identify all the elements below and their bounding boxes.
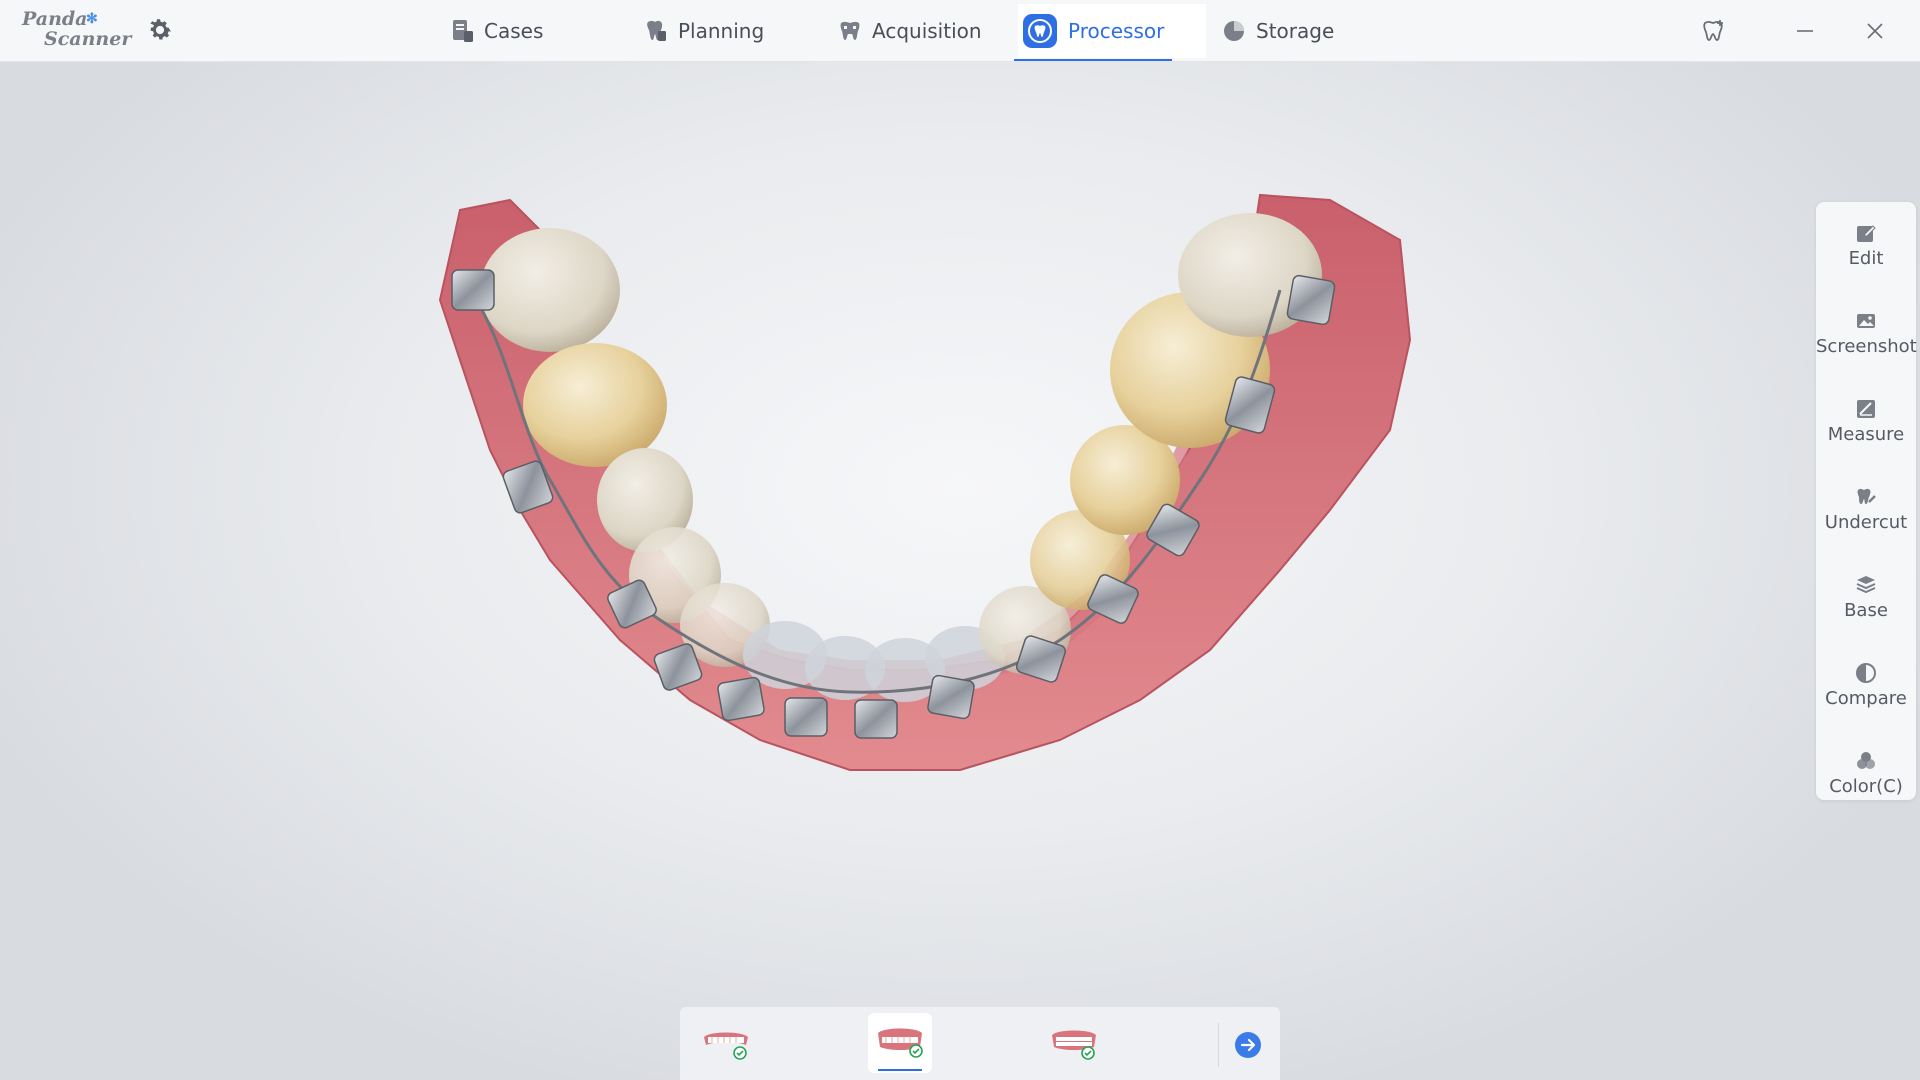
upper-arch-icon <box>704 1032 748 1060</box>
cases-icon <box>453 19 473 42</box>
measure-icon <box>1857 400 1875 418</box>
close-icon <box>1867 23 1883 39</box>
planning-icon <box>647 20 666 41</box>
tab-cases-label: Cases <box>484 18 544 43</box>
upper-arch-button[interactable] <box>694 1013 758 1073</box>
processor-icon <box>1023 13 1057 48</box>
screenshot-icon <box>1857 314 1875 328</box>
app-logo: Panda ✻ Scanner <box>20 8 132 52</box>
tab-processor-label: Processor <box>1068 18 1165 43</box>
storage-icon <box>1224 20 1244 41</box>
bite-button[interactable] <box>1042 1013 1106 1073</box>
undercut-icon <box>1857 488 1876 504</box>
tab-acquisition[interactable]: Acquisition <box>838 0 982 61</box>
tool-undercut-label: Undercut <box>1824 512 1908 533</box>
tab-planning[interactable]: Planning <box>644 0 764 61</box>
tab-acquisition-label: Acquisition <box>872 18 982 43</box>
tool-screenshot[interactable]: Screenshot <box>1816 296 1917 376</box>
tooth-left-molar-1 <box>480 228 620 352</box>
tab-processor[interactable]: Processor <box>1013 0 1173 61</box>
tool-compare-label: Compare <box>1825 688 1907 709</box>
settings-gear-icon[interactable] <box>146 16 174 44</box>
lower-arch-button[interactable] <box>868 1013 932 1073</box>
tool-edit[interactable]: Edit <box>1816 208 1916 288</box>
tab-planning-label: Planning <box>678 18 765 43</box>
tooth-outline-icon <box>1703 20 1723 41</box>
minimize-button[interactable] <box>1788 14 1822 48</box>
compare-icon <box>1856 663 1876 683</box>
tool-undercut[interactable]: Undercut <box>1816 472 1916 552</box>
tool-measure-label: Measure <box>1827 424 1905 445</box>
tab-cases[interactable]: Cases <box>452 0 543 61</box>
bottom-divider <box>1218 1023 1219 1067</box>
tool-color-label: Color(C) <box>1829 776 1903 797</box>
acquisition-icon <box>840 21 860 40</box>
logo-line-1: Panda <box>22 8 88 30</box>
tool-compare[interactable]: Compare <box>1816 648 1916 728</box>
tool-edit-label: Edit <box>1848 248 1884 269</box>
bottom-arch-selector <box>680 1007 1280 1080</box>
lower-arch-icon <box>878 1028 923 1058</box>
tab-storage[interactable]: Storage <box>1222 0 1334 61</box>
tool-panel: Edit Screenshot Measure Undercut Base Co… <box>1816 202 1917 800</box>
base-icon <box>1856 576 1876 594</box>
tool-measure[interactable]: Measure <box>1816 384 1916 464</box>
dental-arch-3d-model[interactable] <box>400 180 1500 940</box>
close-button[interactable] <box>1858 14 1892 48</box>
color-icon <box>1857 752 1875 769</box>
tool-color[interactable]: Color(C) <box>1816 736 1916 816</box>
paw-icon: ✻ <box>86 11 98 27</box>
next-arrow-icon[interactable] <box>1234 1031 1262 1059</box>
tab-storage-label: Storage <box>1256 18 1335 43</box>
top-bar: Panda ✻ Scanner Cases Planning Acquisiti… <box>0 0 1920 62</box>
tool-base-label: Base <box>1844 600 1888 621</box>
minimize-icon <box>1797 30 1813 32</box>
logo-line-2: Scanner <box>44 28 132 50</box>
tool-base[interactable]: Base <box>1816 560 1916 640</box>
tool-screenshot-label: Screenshot <box>1816 336 1917 357</box>
tooth-view-button[interactable] <box>1696 14 1730 48</box>
bite-icon <box>1052 1030 1096 1060</box>
edit-icon <box>1857 225 1876 242</box>
